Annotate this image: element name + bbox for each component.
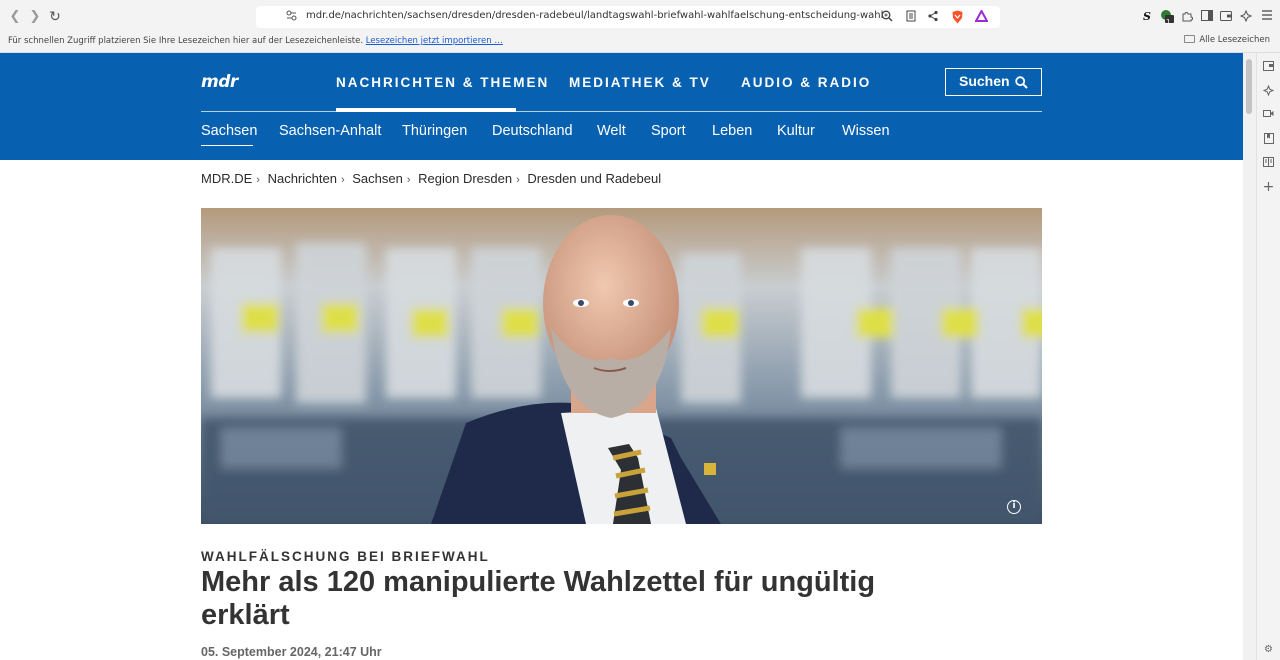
address-bar[interactable]: mdr.de/nachrichten/sachsen/dresden/dresd… [256, 6, 1000, 28]
breadcrumb-item[interactable]: Nachrichten [268, 171, 337, 186]
image-info-icon[interactable]: i [1007, 500, 1021, 514]
bookmarks-bar: Für schnellen Zugriff platzieren Sie Ihr… [0, 33, 1280, 53]
brave-rewards-icon[interactable] [973, 8, 989, 24]
breadcrumb-item[interactable]: Dresden und Radebeul [527, 171, 661, 186]
all-bookmarks-button[interactable]: Alle Lesezeichen [1184, 35, 1270, 45]
zoom-icon[interactable] [880, 10, 894, 24]
browser-sidebar: + ⚙ [1256, 53, 1280, 660]
topnav-audio[interactable]: AUDIO & RADIO [741, 75, 871, 90]
bookmarks-sidebar-icon[interactable] [1262, 133, 1275, 146]
article-headline: Mehr als 120 manipulierte Wahlzettel für… [201, 566, 876, 631]
subnav-sachsen-anhalt[interactable]: Sachsen-Anhalt [279, 123, 381, 139]
extension-badge-icon[interactable]: 1 [1160, 9, 1174, 26]
back-icon[interactable]: ❮ [6, 8, 24, 26]
search-label: Suchen [959, 73, 1010, 89]
subnav-leben[interactable]: Leben [712, 123, 752, 139]
chevron-right-icon: › [406, 174, 411, 186]
hero-photo [201, 208, 1042, 524]
browser-toolbar: ❮ ❯ ↻ mdr.de/nachrichten/sachsen/dresden… [0, 0, 1280, 33]
chevron-right-icon: › [256, 174, 260, 186]
chevron-right-icon: › [340, 174, 345, 186]
forward-icon[interactable]: ❯ [26, 8, 44, 26]
subnav-sachsen[interactable]: Sachsen [201, 123, 257, 139]
extensions-puzzle-icon[interactable] [1180, 10, 1194, 24]
subnav-welt[interactable]: Welt [597, 123, 626, 139]
site-header: mdr NACHRICHTEN & THEMEN MEDIATHEK & TV … [0, 53, 1243, 160]
header-divider [201, 111, 1042, 112]
breadcrumb: MDR.DE › Nachrichten › Sachsen › Region Dre… [201, 171, 665, 186]
search-icon [1015, 76, 1028, 89]
subnav-deutschland[interactable]: Deutschland [492, 123, 573, 139]
share-icon[interactable] [926, 10, 940, 24]
scrollbar-thumb[interactable] [1246, 59, 1252, 114]
subnav-active-indicator [201, 145, 253, 146]
site-info-icon[interactable] [284, 10, 298, 24]
breadcrumb-item[interactable]: MDR.DE [201, 171, 252, 186]
topnav-nachrichten[interactable]: NACHRICHTEN & THEMEN [336, 75, 549, 90]
mdr-logo[interactable]: mdr [201, 72, 238, 92]
reading-list-icon[interactable] [1262, 157, 1275, 170]
folder-icon [1184, 35, 1196, 43]
chevron-right-icon: › [516, 174, 520, 186]
settings-gear-icon[interactable]: ⚙ [1262, 643, 1275, 656]
leo-sidebar-icon[interactable] [1262, 84, 1275, 98]
hero-image: i [201, 208, 1042, 524]
add-sidebar-item-icon[interactable]: + [1262, 180, 1275, 194]
page-scrollbar[interactable] [1243, 53, 1256, 660]
subnav-kultur[interactable]: Kultur [777, 123, 815, 139]
video-call-icon[interactable] [1262, 109, 1275, 122]
article-kicker: WAHLFÄLSCHUNG BEI BRIEFWAHL [201, 549, 490, 564]
brave-shields-icon[interactable] [950, 10, 964, 24]
url-text: mdr.de/nachrichten/sachsen/dresden/dresd… [306, 10, 884, 21]
search-button[interactable]: Suchen [945, 68, 1042, 96]
breadcrumb-item[interactable]: Sachsen [352, 171, 403, 186]
subnav-thueringen[interactable]: Thüringen [402, 123, 467, 139]
import-bookmarks-link[interactable]: Lesezeichen jetzt importieren … [366, 36, 503, 46]
wallet-sidebar-icon[interactable] [1262, 61, 1275, 74]
menu-icon[interactable] [1260, 10, 1274, 24]
extension-badge-count: 1 [1166, 18, 1171, 26]
all-bookmarks-label: Alle Lesezeichen [1199, 35, 1270, 45]
topnav-mediathek[interactable]: MEDIATHEK & TV [569, 75, 711, 90]
reload-icon[interactable]: ↻ [46, 8, 64, 26]
wallet-icon[interactable] [1219, 10, 1233, 24]
sidebar-toggle-icon[interactable] [1200, 10, 1214, 24]
extension-s-icon[interactable]: S [1140, 10, 1154, 24]
article-date: 05. September 2024, 21:47 Uhr [201, 645, 382, 659]
subnav-wissen[interactable]: Wissen [842, 123, 890, 139]
subnav-sport[interactable]: Sport [651, 123, 686, 139]
bookmarks-hint-text: Für schnellen Zugriff platzieren Sie Ihr… [8, 36, 364, 46]
reader-mode-icon[interactable] [904, 10, 918, 24]
breadcrumb-item[interactable]: Region Dresden [418, 171, 512, 186]
bookmarks-hint: Für schnellen Zugriff platzieren Sie Ihr… [8, 36, 503, 46]
leo-ai-icon[interactable] [1239, 9, 1253, 24]
